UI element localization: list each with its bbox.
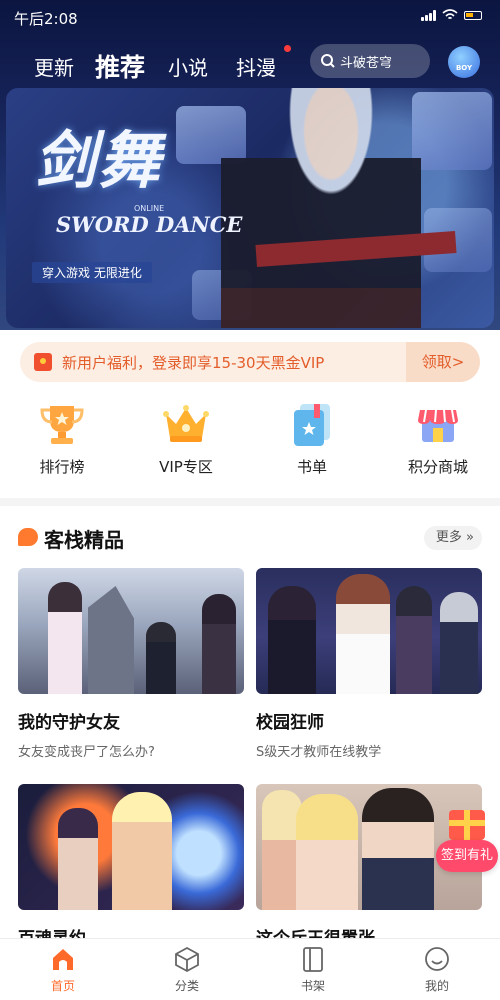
- nav-label: 书架: [300, 979, 325, 993]
- cover-character: [48, 582, 82, 694]
- shop-icon: [412, 398, 464, 450]
- signal-icon: [421, 9, 436, 21]
- nav-bookshelf[interactable]: 书架: [278, 945, 348, 994]
- nav-label: 分类: [174, 979, 199, 993]
- claim-button[interactable]: 领取>: [406, 342, 480, 382]
- hero-character: [221, 88, 421, 328]
- boy-mode-button[interactable]: BOY: [448, 46, 480, 78]
- search-input[interactable]: 斗破苍穹: [310, 44, 430, 78]
- comic-title: 校园狂师: [256, 713, 324, 733]
- quick-entry-booklist[interactable]: 书单: [262, 396, 362, 477]
- booklist-icon: [286, 398, 338, 450]
- tab-douman[interactable]: 抖漫: [236, 52, 276, 81]
- comic-subtitle: 女友变成丧尸了怎么办?: [18, 745, 155, 760]
- quick-entry-shop[interactable]: 积分商城: [388, 396, 488, 477]
- more-button[interactable]: 更多 »: [423, 526, 482, 550]
- battery-icon: [464, 10, 482, 20]
- cover-character: [396, 586, 432, 694]
- hero-title-cn: 剑舞: [34, 124, 163, 197]
- cover-building: [88, 586, 134, 694]
- promo-banner[interactable]: 新用户福利，登录即享15-30天黑金VIP 领取>: [20, 342, 480, 382]
- red-envelope-icon: [34, 353, 52, 371]
- nav-category[interactable]: 分类: [152, 945, 222, 994]
- comic-cover[interactable]: [18, 568, 244, 694]
- search-icon: [321, 54, 335, 68]
- status-bar: 午后2:08: [0, 0, 500, 34]
- cover-character: [146, 622, 176, 694]
- comic-cover[interactable]: [256, 568, 482, 694]
- quick-entry-label: VIP专区: [159, 458, 213, 476]
- comic-card[interactable]: 校园狂师 S级天才教师在线教学: [256, 568, 482, 760]
- new-badge-dot: [284, 45, 291, 52]
- hero-artwork[interactable]: 剑舞 ONLINE SWORD DANCE 穿入游戏 无限进化: [6, 88, 494, 328]
- hero-title-en: SWORD DANCE: [56, 212, 243, 237]
- search-placeholder: 斗破苍穹: [340, 55, 393, 71]
- cover-character: [202, 594, 236, 694]
- comic-card[interactable]: 我的守护女友 女友变成丧尸了怎么办?: [18, 568, 244, 760]
- tab-novel[interactable]: 小说: [168, 52, 208, 81]
- cover-character: [112, 792, 172, 910]
- chevron-right-icon: »: [461, 530, 474, 545]
- comic-title: 我的守护女友: [18, 713, 120, 733]
- trophy-icon: [36, 398, 88, 450]
- cover-character: [336, 574, 390, 694]
- nav-label: 我的: [424, 979, 449, 993]
- crown-icon: [160, 398, 212, 450]
- nav-home[interactable]: 首页: [28, 945, 98, 994]
- art-panel: [412, 92, 492, 170]
- comic-card[interactable]: 百魂灵约: [18, 784, 244, 949]
- cover-character: [268, 586, 316, 694]
- gift-icon[interactable]: [449, 810, 485, 840]
- quick-entry-vip[interactable]: VIP专区: [136, 396, 236, 477]
- quick-entry-grid: 排行榜 VIP专区 书单 积分商城: [0, 396, 500, 488]
- cover-character: [296, 794, 358, 910]
- nav-label: 首页: [50, 979, 75, 993]
- home-icon: [49, 945, 77, 973]
- bottom-nav: 首页 分类 书架 我的: [0, 938, 500, 1000]
- wifi-icon: [442, 9, 458, 20]
- comic-subtitle: S级天才教师在线教学: [256, 745, 382, 760]
- sign-in-reward-button[interactable]: 签到有礼: [436, 840, 498, 872]
- cover-character: [362, 788, 434, 910]
- bookshelf-icon: [299, 945, 327, 973]
- cover-character: [58, 808, 98, 910]
- cover-character: [440, 592, 478, 694]
- hero-tagline: 穿入游戏 无限进化: [32, 262, 152, 283]
- chat-bubble-icon: [18, 528, 38, 546]
- status-icons: [421, 9, 482, 21]
- more-label: 更多: [435, 530, 462, 545]
- promo-text: 新用户福利，登录即享15-30天黑金VIP: [62, 354, 325, 372]
- status-time: 午后2:08: [14, 10, 78, 28]
- category-icon: [173, 945, 201, 973]
- quick-entry-ranking[interactable]: 排行榜: [12, 396, 112, 477]
- comic-cover[interactable]: [18, 784, 244, 910]
- nav-profile[interactable]: 我的: [402, 945, 472, 994]
- quick-entry-label: 排行榜: [39, 458, 85, 476]
- tab-update[interactable]: 更新: [34, 52, 74, 81]
- section-header: 客栈精品 更多 »: [18, 524, 482, 554]
- tab-recommend[interactable]: 推荐: [95, 48, 145, 84]
- quick-entry-label: 书单: [296, 458, 327, 476]
- carousel-indicator: [222, 323, 282, 329]
- quick-entry-label: 积分商城: [407, 458, 468, 476]
- profile-icon: [423, 945, 451, 973]
- section-title: 客栈精品: [44, 528, 124, 552]
- section-divider: [0, 498, 500, 506]
